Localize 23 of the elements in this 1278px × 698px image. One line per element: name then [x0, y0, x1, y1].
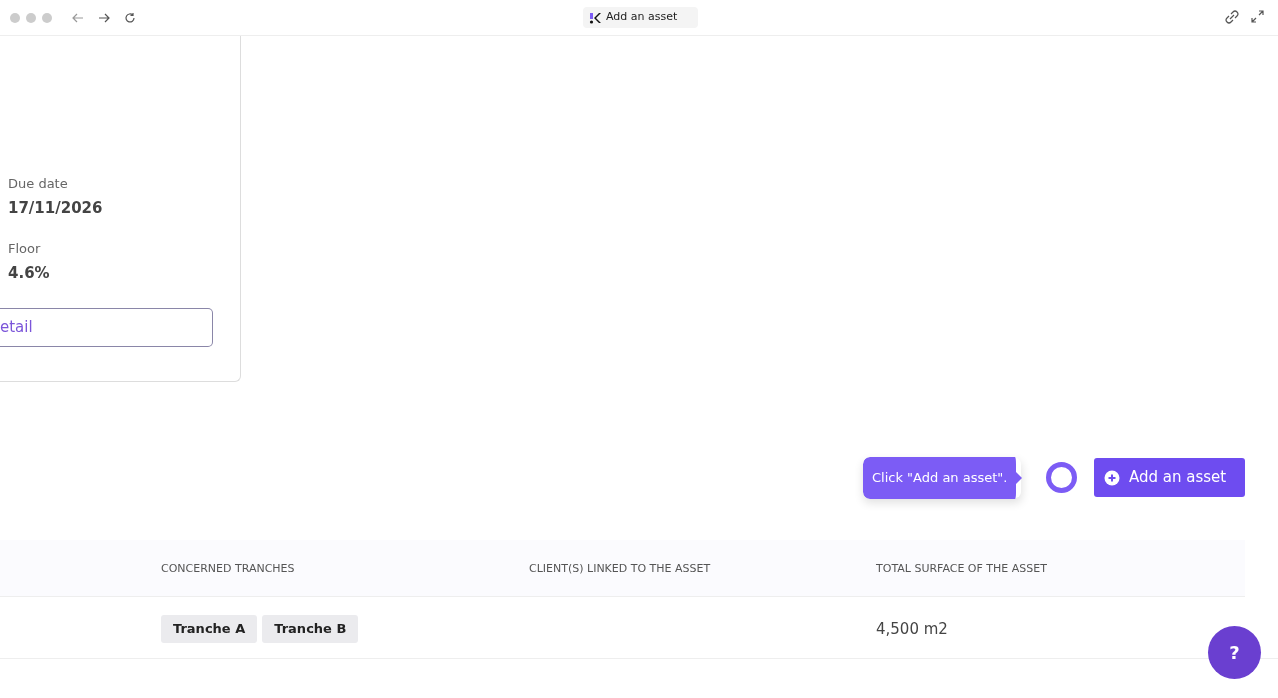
help-button[interactable]: ? — [1208, 626, 1261, 679]
tranche-tag: Tranche B — [262, 615, 359, 643]
column-header: TOTAL SURFACE OF THE ASSET — [876, 561, 1047, 577]
field-label: Floor — [8, 240, 42, 258]
table-cell-text: 4,500 m2 — [876, 619, 948, 640]
add-asset-button[interactable]: Add an asset — [1094, 458, 1245, 497]
link-icon[interactable] — [1225, 10, 1239, 24]
expand-icon[interactable] — [1251, 10, 1264, 23]
logo-icon — [589, 11, 601, 24]
detail-button[interactable]: etail — [0, 308, 213, 347]
column-header: CONCERNED TRANCHES — [161, 561, 295, 577]
window-title: Add an asset — [606, 9, 678, 26]
column-header: CLIENT(S) LINKED TO THE ASSET — [529, 561, 711, 577]
tranche-tag: Tranche A — [161, 615, 258, 643]
reload-icon[interactable] — [124, 11, 136, 24]
pointer-icon — [1046, 462, 1077, 493]
plus-circle-icon — [1104, 469, 1120, 486]
field-value: 4.6% — [8, 262, 51, 284]
tooltip: Click "Add an asset". — [863, 457, 1023, 499]
back-icon[interactable] — [72, 12, 84, 23]
forward-icon[interactable] — [98, 12, 110, 23]
field-label: Due date — [8, 175, 69, 193]
field-value: 17/11/2026 — [8, 197, 104, 219]
